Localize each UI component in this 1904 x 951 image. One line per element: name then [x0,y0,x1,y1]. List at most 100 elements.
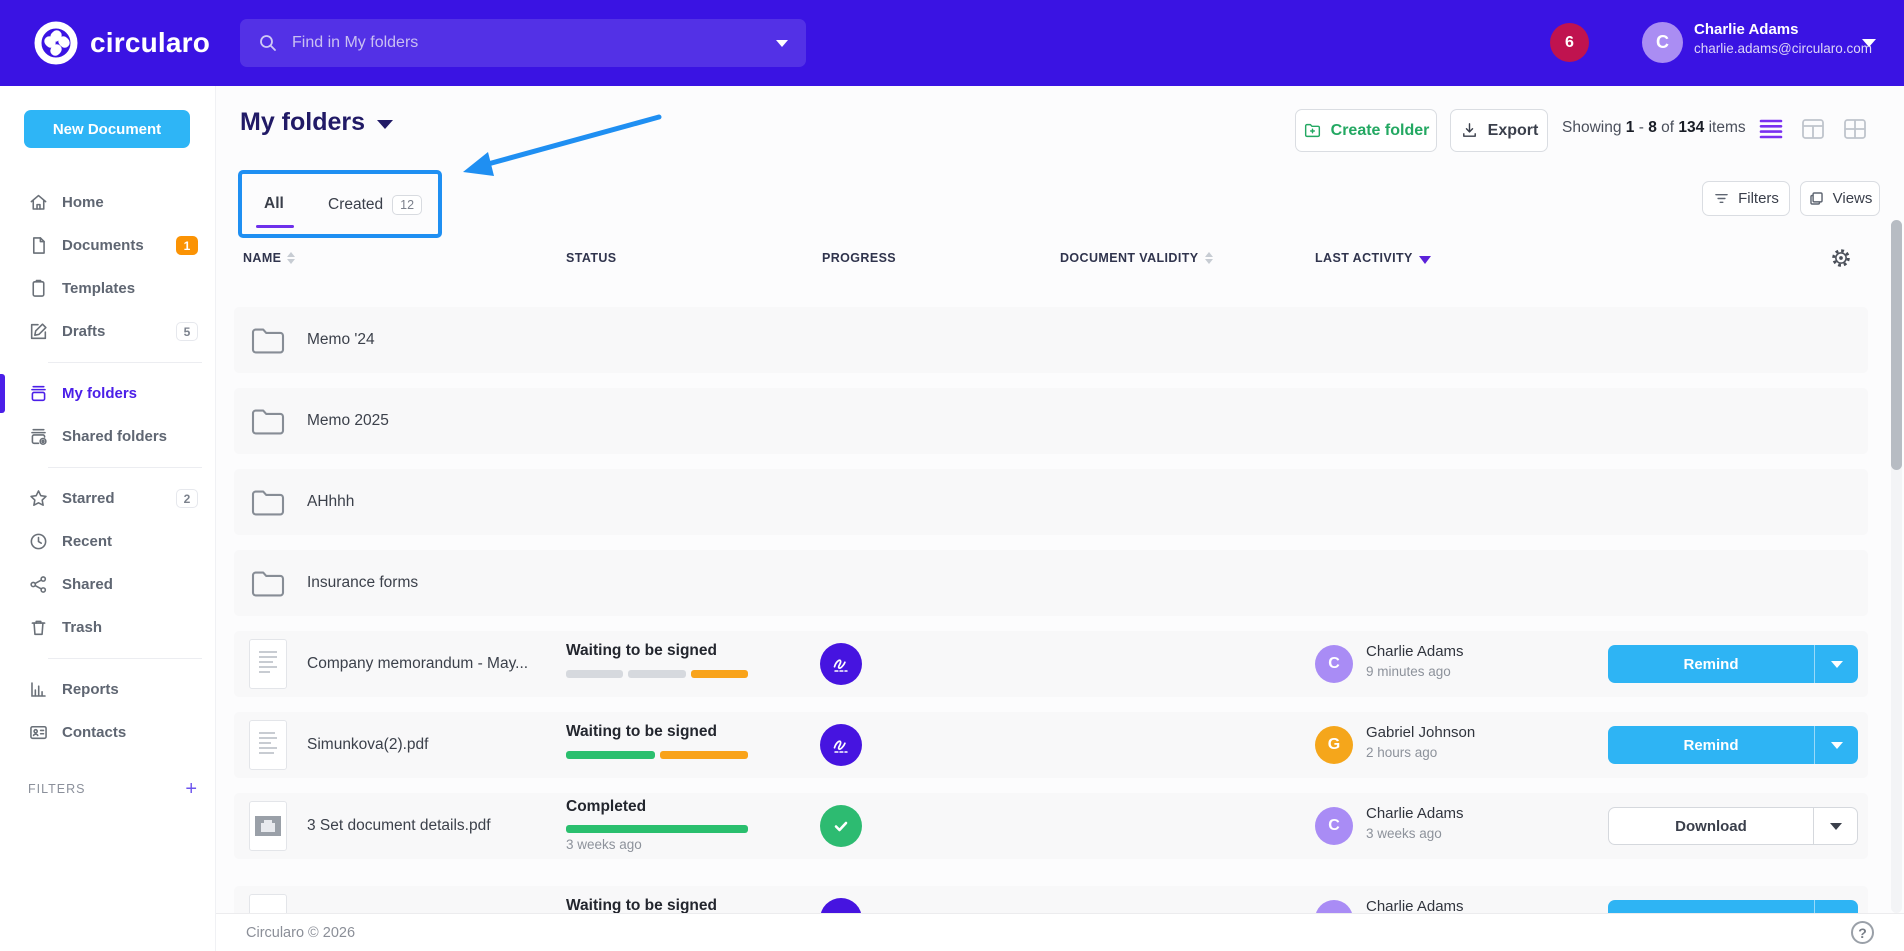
sidebar-item-recent[interactable]: Recent [0,520,216,563]
progress-bar [566,670,748,678]
table-row[interactable]: Memo 2025 [234,388,1868,454]
column-header-document-validity[interactable]: DOCUMENT VALIDITY [1060,251,1213,265]
remind-split-button: Remind [1608,726,1858,764]
showing-to: 8 [1648,119,1657,136]
table-row[interactable]: 3 Set document details.pdf Completed 3 w… [234,793,1868,859]
table-row[interactable]: Simunkova(2).pdf Waiting to be signed G … [234,712,1868,778]
column-header-name[interactable]: NAME [243,251,295,265]
tab-created[interactable]: Created 12 [328,195,422,215]
sidebar-divider [48,362,202,363]
download-icon [1460,121,1479,140]
sidebar-item-drafts[interactable]: Drafts 5 [0,310,216,353]
table-header: NAME STATUS PROGRESS DOCUMENT VALIDITY L… [234,247,1868,275]
column-header-progress: PROGRESS [822,251,896,265]
share-icon [28,574,49,595]
remind-button[interactable]: Remind [1608,726,1814,764]
search-input[interactable] [292,34,776,52]
row-activity-time: 2 hours ago [1366,745,1475,760]
list-view-button[interactable] [1758,116,1784,142]
sort-icon [287,252,295,264]
sidebar-item-documents[interactable]: Documents 1 [0,224,216,267]
folder-icon [250,488,286,518]
table-row[interactable]: Memo '24 [234,307,1868,373]
sidebar-item-shared[interactable]: Shared [0,563,216,606]
sidebar-divider [48,467,202,468]
contacts-icon [28,722,49,743]
search-scope-caret-icon[interactable] [776,40,788,47]
sidebar-item-label: My folders [62,385,137,402]
row-name: AHhhh [307,469,354,535]
sidebar-item-label: Contacts [62,724,126,741]
views-button[interactable]: Views [1800,181,1880,216]
folder-title-dropdown-caret-icon[interactable] [377,120,393,129]
row-user-name: Gabriel Johnson [1366,724,1475,741]
circularo-logo-icon [34,21,78,65]
filters-button[interactable]: Filters [1702,181,1790,216]
signature-badge-icon [820,643,862,685]
table-view-button[interactable] [1800,116,1826,142]
footer: Circularo © 2026 ? [216,913,1904,951]
image-thumbnail [249,801,287,851]
sidebar-item-contacts[interactable]: Contacts [0,711,216,754]
folder-icon [250,569,286,599]
tab-created-label: Created [328,196,383,214]
folder-icon [250,407,286,437]
folder-icon [250,326,286,356]
sidebar-item-label: Trash [62,619,102,636]
sidebar-item-label: Drafts [62,323,105,340]
my-folders-icon [28,383,49,404]
row-user-avatar: C [1315,807,1353,845]
row-name: Company memorandum - May... [307,631,528,697]
table-row[interactable]: Insurance forms [234,550,1868,616]
new-document-button[interactable]: New Document [24,110,190,148]
remind-button[interactable]: Remind [1608,645,1814,683]
sidebar-item-starred[interactable]: Starred 2 [0,477,216,520]
page-title-wrap: My folders [240,108,393,137]
sidebar: New Document Home Documents 1 Template [0,86,216,951]
sidebar-item-reports[interactable]: Reports [0,668,216,711]
user-menu-caret-icon[interactable] [1862,39,1876,47]
column-header-status: STATUS [566,251,617,265]
views-icon [1808,190,1825,207]
row-status-time: 3 weeks ago [566,837,642,852]
column-header-last-activity[interactable]: LAST ACTIVITY [1315,251,1431,265]
sidebar-item-home[interactable]: Home [0,181,216,224]
sort-desc-icon [1419,256,1431,264]
action-dropdown-caret[interactable] [1814,645,1858,683]
scrollbar-track [1891,220,1902,913]
progress-bar [566,825,748,833]
sidebar-item-label: Reports [62,681,119,698]
user-avatar[interactable]: C [1642,22,1683,63]
row-user-info: Charlie Adams 3 weeks ago [1366,805,1464,841]
sidebar-item-trash[interactable]: Trash [0,606,216,649]
drafts-count-badge: 5 [176,322,198,341]
check-badge-icon [820,805,862,847]
create-folder-button[interactable]: Create folder [1295,109,1437,152]
brand-logo[interactable]: circularo [34,21,210,65]
export-button[interactable]: Export [1450,109,1548,152]
action-dropdown-caret[interactable] [1813,808,1857,844]
sidebar-nav: Home Documents 1 Templates Drafts [0,181,216,754]
notification-badge[interactable]: 6 [1550,23,1589,62]
row-name: Memo 2025 [307,388,389,454]
column-settings-gear-icon[interactable] [1830,247,1852,269]
starred-count-badge: 2 [176,489,198,508]
table-row[interactable]: AHhhh [234,469,1868,535]
scrollbar-thumb[interactable] [1891,220,1902,470]
row-user-name: Charlie Adams [1366,805,1464,822]
progress-segment-green [566,825,748,833]
download-button[interactable]: Download [1609,808,1813,844]
sidebar-item-templates[interactable]: Templates [0,267,216,310]
add-filter-button[interactable]: + [185,779,197,799]
row-name: Memo '24 [307,307,375,373]
progress-segment-orange [660,751,749,759]
sidebar-item-my-folders[interactable]: My folders [0,372,216,415]
sidebar-item-shared-folders[interactable]: Shared folders [0,415,216,458]
tab-all[interactable]: All [264,195,284,213]
shared-folders-icon [28,426,49,447]
showing-total: 134 [1678,119,1704,136]
help-button[interactable]: ? [1851,921,1874,944]
grid-view-button[interactable] [1842,116,1868,142]
table-row[interactable]: Company memorandum - May... Waiting to b… [234,631,1868,697]
action-dropdown-caret[interactable] [1814,726,1858,764]
